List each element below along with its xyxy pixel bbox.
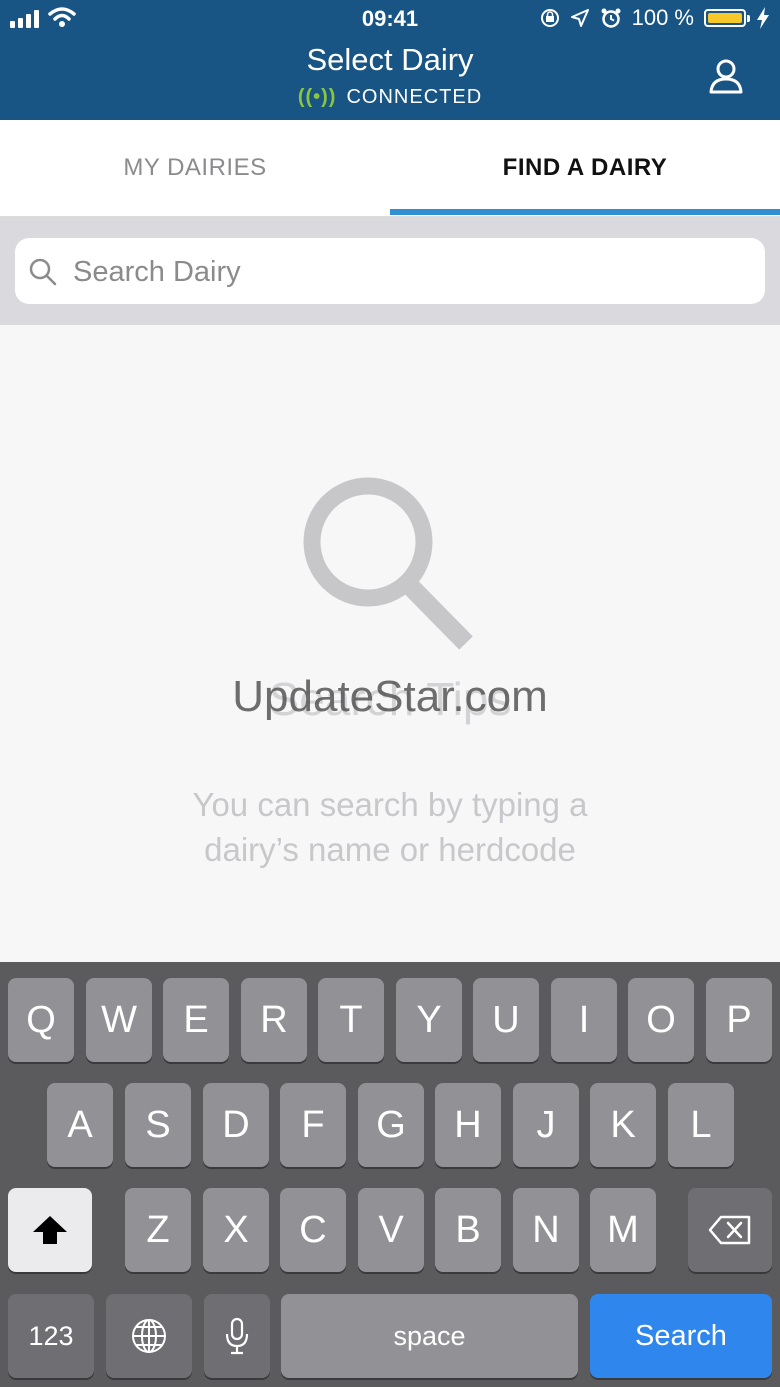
magnifier-illustration-icon xyxy=(303,477,473,650)
search-tips-line1: You can search by typing a xyxy=(192,786,588,823)
alarm-icon xyxy=(601,8,621,28)
key-m[interactable]: M xyxy=(590,1188,656,1272)
key-t[interactable]: T xyxy=(318,978,384,1062)
battery-percent: 100 % xyxy=(631,5,694,30)
search-input[interactable] xyxy=(71,248,735,296)
key-w[interactable]: W xyxy=(86,978,152,1062)
key-g[interactable]: G xyxy=(358,1083,424,1167)
key-p[interactable]: P xyxy=(706,978,772,1062)
globe-icon xyxy=(132,1319,166,1353)
tab-bar: MY DAIRIES FIND A DAIRY xyxy=(0,120,780,217)
key-v[interactable]: V xyxy=(358,1188,424,1272)
page-title: Select Dairy xyxy=(306,42,474,77)
tab-my-dairies[interactable]: MY DAIRIES xyxy=(0,120,390,216)
key-c[interactable]: C xyxy=(280,1188,346,1272)
search-bar-container xyxy=(0,217,780,325)
dictation-key[interactable] xyxy=(204,1294,270,1378)
connection-status-label: CONNECTED xyxy=(346,86,483,108)
key-x[interactable]: X xyxy=(203,1188,269,1272)
search-box[interactable] xyxy=(15,238,765,304)
search-icon xyxy=(29,258,57,286)
connection-status: ((•)) CONNECTED xyxy=(0,86,780,109)
broadcast-icon: ((•)) xyxy=(297,86,337,108)
microphone-icon xyxy=(225,1317,249,1355)
onscreen-keyboard: Q W E R T Y U I O P A S D F G H J K L Z … xyxy=(0,962,780,1387)
key-e[interactable]: E xyxy=(163,978,229,1062)
backspace-icon xyxy=(708,1215,751,1245)
key-o[interactable]: O xyxy=(628,978,694,1062)
key-y[interactable]: Y xyxy=(396,978,462,1062)
active-tab-indicator xyxy=(390,209,780,215)
tab-find-a-dairy[interactable]: FIND A DAIRY xyxy=(390,120,780,216)
search-tips-text: You can search by typing a dairy’s name … xyxy=(140,782,640,872)
charging-bolt-icon xyxy=(757,7,769,29)
key-r[interactable]: R xyxy=(241,978,307,1062)
search-return-key[interactable]: Search xyxy=(590,1294,772,1378)
location-arrow-icon xyxy=(570,9,589,27)
key-b[interactable]: B xyxy=(435,1188,501,1272)
shift-arrow-icon xyxy=(33,1216,67,1244)
key-l[interactable]: L xyxy=(668,1083,734,1167)
battery-icon xyxy=(704,9,750,27)
key-u[interactable]: U xyxy=(473,978,539,1062)
status-bar: 09:41 100 % xyxy=(0,0,780,38)
globe-key[interactable] xyxy=(106,1294,192,1378)
delete-key[interactable] xyxy=(688,1188,772,1272)
key-n[interactable]: N xyxy=(513,1188,579,1272)
key-a[interactable]: A xyxy=(47,1083,113,1167)
numbers-key[interactable]: 123 xyxy=(8,1294,94,1378)
key-k[interactable]: K xyxy=(590,1083,656,1167)
key-f[interactable]: F xyxy=(280,1083,346,1167)
profile-icon[interactable] xyxy=(708,58,744,94)
shift-key[interactable] xyxy=(8,1188,92,1272)
app-header: 09:41 100 % Select Dairy ((•)) CONNECTED xyxy=(0,0,780,120)
key-i[interactable]: I xyxy=(551,978,617,1062)
key-s[interactable]: S xyxy=(125,1083,191,1167)
key-h[interactable]: H xyxy=(435,1083,501,1167)
key-j[interactable]: J xyxy=(513,1083,579,1167)
key-z[interactable]: Z xyxy=(125,1188,191,1272)
search-tips-line2: dairy’s name or herdcode xyxy=(204,831,576,868)
key-d[interactable]: D xyxy=(203,1083,269,1167)
watermark: UpdateStar.com xyxy=(232,672,548,721)
rotation-lock-icon xyxy=(540,9,559,27)
space-key[interactable]: space xyxy=(281,1294,578,1378)
key-q[interactable]: Q xyxy=(8,978,74,1062)
